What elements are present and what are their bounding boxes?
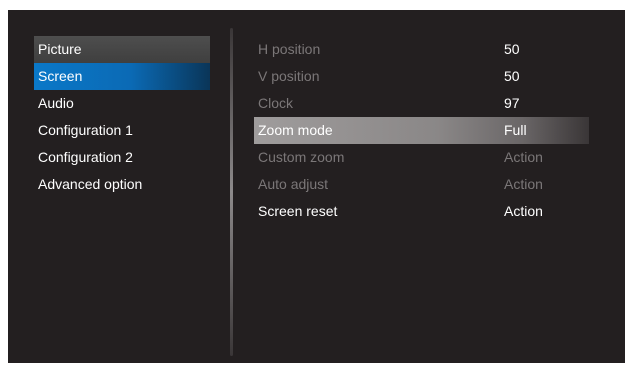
osd-menu-panel: Picture Screen Audio Configuration 1 Con… xyxy=(8,10,625,363)
setting-value: 50 xyxy=(504,41,520,57)
menu-item-audio[interactable]: Audio xyxy=(34,90,210,117)
setting-row-screen-reset[interactable]: Screen reset Action xyxy=(254,198,589,225)
setting-label: Clock xyxy=(258,95,294,111)
setting-row-auto-adjust[interactable]: Auto adjust Action xyxy=(254,171,589,198)
setting-row-v-position[interactable]: V position 50 xyxy=(254,63,589,90)
setting-label: Zoom mode xyxy=(258,122,333,138)
setting-label: V position xyxy=(258,68,320,84)
setting-value: Action xyxy=(504,176,543,192)
setting-value: Full xyxy=(504,122,527,138)
menu-item-label: Picture xyxy=(38,41,82,57)
menu-item-label: Configuration 1 xyxy=(38,122,133,138)
setting-row-zoom-mode[interactable]: Zoom mode Full xyxy=(254,117,589,144)
menu-item-screen[interactable]: Screen xyxy=(34,63,210,90)
setting-value: Action xyxy=(504,149,543,165)
menu-divider xyxy=(230,28,233,356)
setting-label: H position xyxy=(258,41,321,57)
setting-label: Screen reset xyxy=(258,203,338,219)
setting-value: 97 xyxy=(504,95,520,111)
menu-item-picture[interactable]: Picture xyxy=(34,36,210,63)
setting-row-custom-zoom[interactable]: Custom zoom Action xyxy=(254,144,589,171)
main-menu: Picture Screen Audio Configuration 1 Con… xyxy=(34,36,210,198)
menu-item-advanced-option[interactable]: Advanced option xyxy=(34,171,210,198)
setting-value: Action xyxy=(504,203,543,219)
menu-item-configuration-2[interactable]: Configuration 2 xyxy=(34,144,210,171)
menu-item-configuration-1[interactable]: Configuration 1 xyxy=(34,117,210,144)
setting-row-h-position[interactable]: H position 50 xyxy=(254,36,589,63)
setting-value: 50 xyxy=(504,68,520,84)
menu-item-label: Advanced option xyxy=(38,176,143,192)
screen-settings-list: H position 50 V position 50 Clock 97 Zoo… xyxy=(254,36,589,225)
setting-label: Auto adjust xyxy=(258,176,329,192)
menu-item-label: Configuration 2 xyxy=(38,149,133,165)
menu-item-label: Audio xyxy=(38,95,74,111)
menu-item-label: Screen xyxy=(38,68,83,84)
setting-row-clock[interactable]: Clock 97 xyxy=(254,90,589,117)
setting-label: Custom zoom xyxy=(258,149,345,165)
